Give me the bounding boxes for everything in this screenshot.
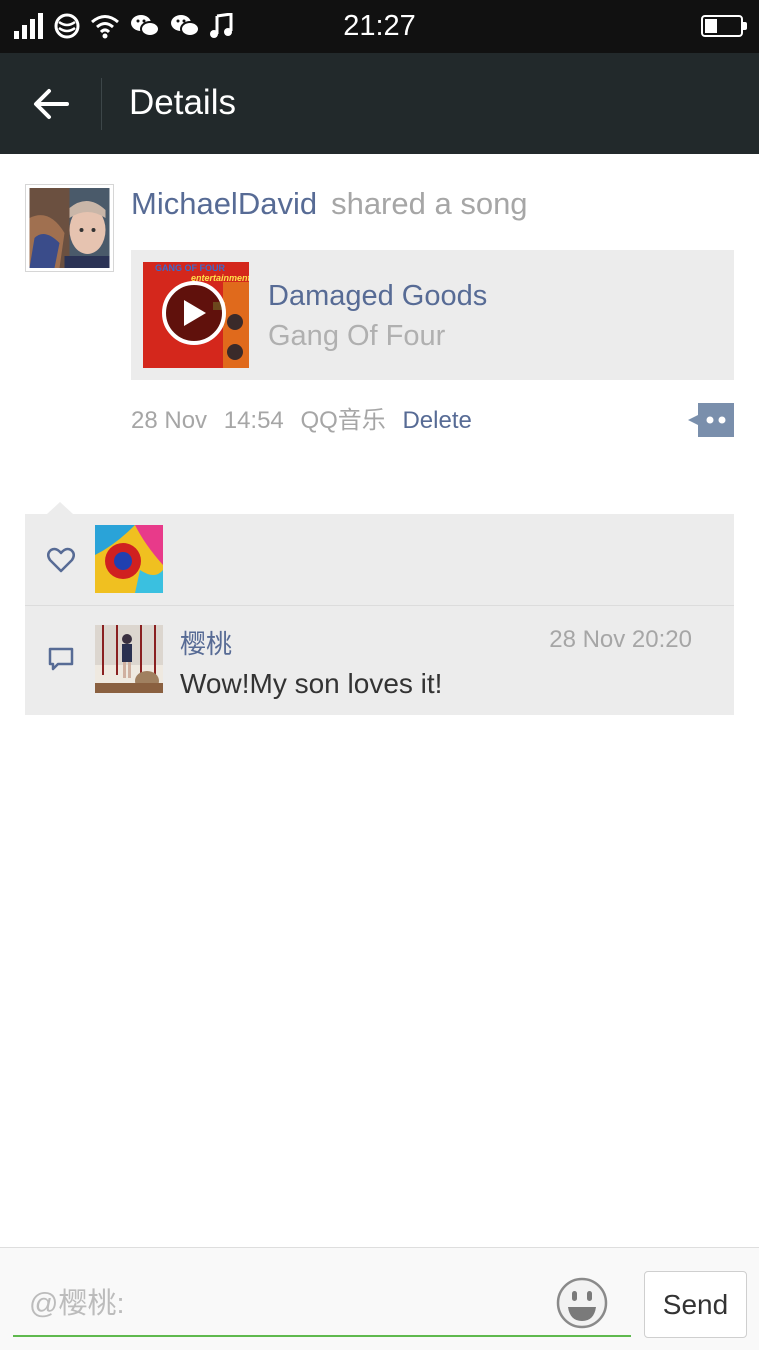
avatar[interactable] xyxy=(25,184,114,272)
delete-button[interactable]: Delete xyxy=(402,407,471,434)
comment-input-bar: Send xyxy=(0,1247,759,1350)
commenter-name[interactable]: 樱桃 xyxy=(180,624,232,661)
page-title: Details xyxy=(129,83,236,122)
post-time: 14:54 xyxy=(223,407,284,434)
post-header: MichaelDavid shared a song xyxy=(131,186,528,222)
comment-text: Wow!My son loves it! xyxy=(180,668,443,699)
likes-row xyxy=(25,514,734,606)
liker-avatar[interactable] xyxy=(95,525,163,593)
battery-level xyxy=(705,19,717,33)
song-artist: Gang Of Four xyxy=(268,320,446,352)
comment-time: 28 Nov 20:20 xyxy=(549,626,692,653)
album-art-band: GANG OF FOUR xyxy=(155,263,225,273)
song-title: Damaged Goods xyxy=(268,280,488,312)
comment-input[interactable] xyxy=(13,1273,631,1337)
post-action-text: shared a song xyxy=(331,186,528,221)
play-button[interactable] xyxy=(162,281,226,345)
play-icon xyxy=(184,300,206,326)
nav-bar: Details xyxy=(0,53,759,154)
arrow-left-icon xyxy=(34,89,69,119)
nav-divider xyxy=(101,78,102,130)
comment-icon xyxy=(48,647,74,671)
panel-caret xyxy=(47,502,73,514)
post-source: QQ音乐 xyxy=(300,407,386,434)
more-actions-button[interactable] xyxy=(688,403,734,437)
smiley-icon xyxy=(556,1277,608,1329)
interactions-panel: 樱桃 28 Nov 20:20 Wow!My son loves it! xyxy=(25,502,734,715)
clock: 21:27 xyxy=(343,10,416,42)
commenter-avatar[interactable] xyxy=(95,625,163,693)
music-card[interactable]: GANG OF FOUR entertainment! Damaged Good… xyxy=(131,250,734,380)
comment-row[interactable]: 樱桃 28 Nov 20:20 Wow!My son loves it! xyxy=(25,606,734,715)
album-art: GANG OF FOUR entertainment! xyxy=(143,262,249,368)
more-dots-icon xyxy=(688,403,734,437)
emoji-button[interactable] xyxy=(556,1277,608,1329)
battery-icon xyxy=(701,15,747,37)
status-bar: 21:27 xyxy=(0,0,759,53)
send-button[interactable]: Send xyxy=(644,1271,747,1338)
post-author[interactable]: MichaelDavid xyxy=(131,186,317,221)
post-meta: 28 Nov 14:54 QQ音乐 Delete xyxy=(131,400,482,435)
post-date: 28 Nov xyxy=(131,407,208,434)
back-button[interactable] xyxy=(22,75,80,133)
liker-avatar-image xyxy=(95,525,163,593)
commenter-avatar-image xyxy=(95,625,163,693)
avatar-photo xyxy=(29,188,110,268)
heart-icon xyxy=(47,547,75,573)
